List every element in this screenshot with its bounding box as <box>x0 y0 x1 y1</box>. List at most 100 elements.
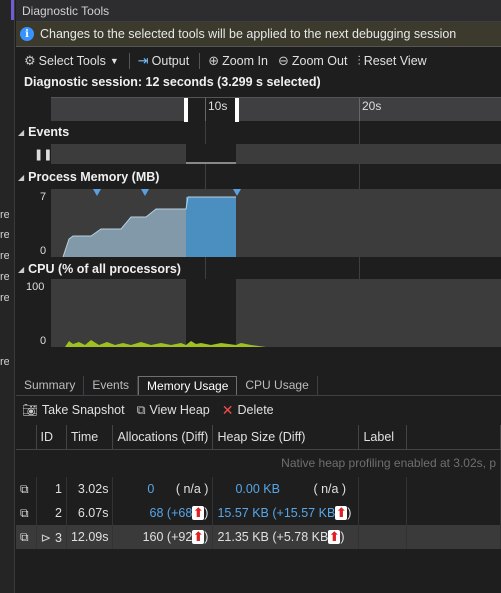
column-header-filler <box>406 425 501 450</box>
heap-size-link[interactable]: 0.00 KB <box>235 482 279 496</box>
column-header-label[interactable]: Label <box>358 425 408 450</box>
left-panel-text: re <box>0 271 9 283</box>
tab-summary[interactable]: Summary <box>16 376 85 395</box>
increase-arrow-icon: ⬆ <box>335 505 348 521</box>
column-header-allocations[interactable]: Allocations (Diff) <box>112 425 214 450</box>
zoom-in-label: Zoom In <box>222 54 268 68</box>
snapshot-icon: ⧉ <box>16 525 37 549</box>
snapshot-marker-icon[interactable] <box>93 189 101 196</box>
zoom-out-button[interactable]: ⊖ Zoom Out <box>278 53 347 69</box>
row-heap-size: 0.00 KB ( n/a ) <box>212 477 360 501</box>
row-filler <box>406 477 501 501</box>
row-label <box>358 501 408 525</box>
left-panel-accent <box>11 0 14 20</box>
allocations-diff-link[interactable]: (+68 <box>167 506 192 520</box>
row-allocations: 160 (+92⬆) <box>112 525 214 549</box>
table-row-selected[interactable]: ⧉ ⊳ 3 12.09s 160 (+92⬆) 21.35 KB (+5.78 K… <box>16 525 501 549</box>
close-paren: ) <box>340 529 345 544</box>
memory-axis-min: 0 <box>40 245 47 257</box>
memory-actions: 📷︎ Take Snapshot ⧉ View Heap ✕ Delete <box>16 399 286 421</box>
select-tools-button[interactable]: ⚙ Select Tools ▼ <box>24 53 119 69</box>
view-heap-button[interactable]: ⧉ View Heap <box>137 403 210 418</box>
row-time: 12.09s <box>66 525 114 549</box>
zoom-in-icon: ⊕ <box>208 53 220 68</box>
cpu-selection <box>186 279 236 347</box>
delete-button[interactable]: ✕ Delete <box>222 402 274 419</box>
snapshot-icon: ⧉ <box>16 477 37 501</box>
allocations-diff: (+92 <box>166 529 193 544</box>
tab-memory-usage[interactable]: Memory Usage <box>138 376 238 395</box>
chevron-down-icon: ▼ <box>109 56 119 66</box>
column-header-time[interactable]: Time <box>66 425 114 450</box>
left-panel-text: re <box>0 250 9 262</box>
timeline-ruler[interactable]: 10s 20s <box>51 97 501 122</box>
allocations-link[interactable]: 68 <box>150 506 164 520</box>
cpu-section-header[interactable]: ◢ CPU (% of all processors) <box>18 262 181 276</box>
zoom-in-button[interactable]: ⊕ Zoom In <box>208 53 268 69</box>
pause-icon[interactable]: ❚❚ <box>34 148 52 161</box>
column-header-id[interactable]: ID <box>36 425 67 450</box>
tag-icon: ⊳ <box>40 530 51 545</box>
row-filler <box>406 501 501 525</box>
take-snapshot-label: Take Snapshot <box>41 403 125 417</box>
output-button[interactable]: ⇥ Output <box>138 53 189 69</box>
tab-cpu-usage[interactable]: CPU Usage <box>237 376 318 395</box>
events-section-header[interactable]: ◢ Events <box>18 125 69 139</box>
info-bar: i Changes to the selected tools will be … <box>16 22 501 47</box>
session-summary: Diagnostic session: 12 seconds (3.299 s … <box>24 75 321 89</box>
detail-tabs: Summary Events Memory Usage CPU Usage <box>16 376 501 396</box>
toolbar-separator <box>199 53 201 69</box>
row-id: 2 <box>36 501 67 525</box>
column-header-heap-size[interactable]: Heap Size (Diff) <box>212 425 360 450</box>
ruler-tick <box>359 98 360 122</box>
row-filler <box>406 525 501 549</box>
heap-size-link[interactable]: 15.57 KB <box>217 506 268 520</box>
selection-start-handle[interactable] <box>184 98 188 122</box>
heap-profiling-note: Native heap profiling enabled at 3.02s, … <box>16 449 501 477</box>
table-row[interactable]: ⧉ 1 3.02s 0 ( n/a ) 0.00 KB ( n/a ) <box>16 477 501 501</box>
table-row[interactable]: ⧉ 2 6.07s 68 (+68⬆) 15.57 KB (+15.57 KB⬆… <box>16 501 501 525</box>
heap-size-diff: ( n/a ) <box>313 482 347 496</box>
gear-icon: ⚙ <box>24 53 36 68</box>
row-heap-size: 15.57 KB (+15.57 KB⬆) <box>212 501 360 525</box>
row-id: 1 <box>36 477 67 501</box>
selection-end-handle[interactable] <box>235 98 239 122</box>
cpu-title: CPU (% of all processors) <box>28 262 181 276</box>
memory-chart[interactable] <box>51 189 501 258</box>
memory-section-header[interactable]: ◢ Process Memory (MB) <box>18 170 159 184</box>
row-allocations: 68 (+68⬆) <box>112 501 214 525</box>
allocations-link[interactable]: 0 <box>147 482 154 496</box>
increase-arrow-icon: ⬆ <box>328 529 341 545</box>
cpu-axis-max: 100 <box>26 281 45 293</box>
snapshot-marker-icon[interactable] <box>233 189 241 196</box>
row-label <box>358 525 408 549</box>
table-note-row: Native heap profiling enabled at 3.02s, … <box>16 449 501 477</box>
window-title: Diagnostic Tools <box>16 0 501 22</box>
heap-icon: ⧉ <box>136 402 146 417</box>
events-track[interactable] <box>51 144 501 164</box>
reset-view-button[interactable]: ⫶ Reset View <box>357 53 426 69</box>
collapse-icon: ◢ <box>18 127 25 137</box>
left-panel-edge: re re re re re re <box>0 0 15 593</box>
diagnostic-tools-panel: Diagnostic Tools i Changes to the select… <box>16 0 501 593</box>
take-snapshot-button[interactable]: 📷︎ Take Snapshot <box>22 403 125 418</box>
tab-events[interactable]: Events <box>84 376 139 395</box>
events-selection <box>186 144 236 164</box>
snapshot-marker-icon[interactable] <box>141 189 149 196</box>
reset-view-label: Reset View <box>363 54 427 68</box>
cpu-chart[interactable] <box>51 279 501 347</box>
close-paren: ) <box>204 529 209 544</box>
memory-axis-max: 7 <box>40 191 47 203</box>
cpu-axis-min: 0 <box>40 335 47 347</box>
toolbar: ⚙ Select Tools ▼ ⇥ Output ⊕ Zoom In ⊖ Zo… <box>16 47 501 75</box>
info-icon: i <box>20 27 34 41</box>
heap-size-diff-link[interactable]: (+15.57 KB <box>272 506 335 520</box>
output-icon: ⇥ <box>137 53 149 68</box>
ruler-label-10s: 10s <box>208 99 228 113</box>
left-panel-text: re <box>0 229 9 241</box>
close-paren: ) <box>347 505 352 520</box>
delete-label: Delete <box>237 403 274 417</box>
increase-arrow-icon: ⬆ <box>192 529 205 545</box>
output-label: Output <box>151 54 190 68</box>
row-time: 6.07s <box>66 501 114 525</box>
